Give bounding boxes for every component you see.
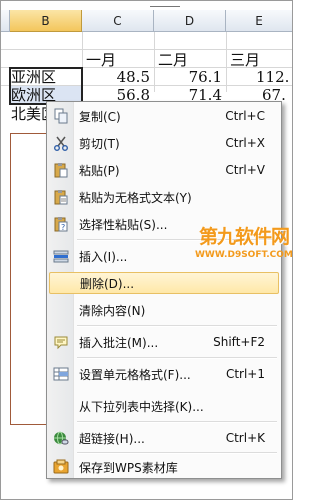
- paste-text-icon: [49, 186, 73, 208]
- menu-item-icon-placeholder: [50, 272, 74, 294]
- menu-item-label: 从下拉列表中选择(K)...: [79, 399, 204, 414]
- watermark-logo: 第九软件网 WWW.D9SOFT.COM: [195, 222, 293, 260]
- column-header-d[interactable]: D: [154, 10, 226, 32]
- column-header-e[interactable]: E: [226, 10, 293, 32]
- cell-region-asia[interactable]: 亚洲区: [11, 68, 56, 86]
- menu-item-label: 剪切(T): [79, 136, 120, 151]
- scissors-icon: [49, 132, 73, 154]
- column-header-c[interactable]: C: [82, 10, 154, 32]
- menu-separator: [77, 325, 277, 327]
- menu-item-save-to-library[interactable]: 保存到WPS素材库: [49, 456, 279, 478]
- menu-item-shortcut: Ctrl+K: [225, 431, 265, 445]
- menu-item-pick-from-list[interactable]: 从下拉列表中选择(K)...: [49, 395, 279, 417]
- watermark-title: 第九软件网: [198, 226, 290, 248]
- menu-item-clear-contents[interactable]: 清除内容(N): [49, 299, 279, 321]
- month-header-mar: 三月: [230, 51, 261, 69]
- hyperlink-icon: [49, 427, 73, 449]
- copy-icon: [49, 105, 73, 127]
- menu-item-icon-placeholder: [49, 299, 73, 321]
- save-library-icon: [49, 456, 73, 478]
- cell-asia-mar[interactable]: 112.: [256, 68, 289, 86]
- menu-item-shortcut: Shift+F2: [213, 335, 265, 349]
- comment-icon: [49, 331, 73, 353]
- menu-item-shortcut: Ctrl+1: [225, 367, 265, 381]
- menu-item-copy[interactable]: 复制(C) Ctrl+C: [49, 105, 279, 127]
- column-header-b[interactable]: B: [10, 10, 82, 32]
- menu-item-label: 设置单元格格式(F)...: [79, 367, 191, 382]
- menu-item-label: 超链接(H)...: [79, 431, 145, 446]
- menu-item-label: 保存到WPS素材库: [79, 460, 178, 475]
- menu-separator: [77, 421, 277, 423]
- formula-strip: [0, 0, 293, 10]
- paste-icon: [49, 159, 73, 181]
- menu-item-shortcut: Ctrl+C: [225, 109, 265, 123]
- menu-item-label: 粘贴为无格式文本(Y): [79, 190, 192, 205]
- menu-item-shortcut: Ctrl+V: [225, 163, 265, 177]
- cell-asia-jan[interactable]: 48.5: [86, 68, 150, 86]
- format-cells-icon: [49, 363, 73, 385]
- menu-item-label: 删除(D)...: [80, 276, 135, 291]
- menu-item-label: 插入批注(M)...: [79, 335, 159, 350]
- menu-item-format-cells[interactable]: 设置单元格格式(F)... Ctrl+1: [49, 363, 279, 385]
- menu-item-shortcut: Ctrl+X: [225, 136, 265, 150]
- menu-item-label: 复制(C): [79, 109, 121, 124]
- menu-separator: [77, 452, 277, 454]
- menu-item-paste[interactable]: 粘贴(P) Ctrl+V: [49, 159, 279, 181]
- insert-icon: [49, 245, 73, 267]
- row-header-corner: [0, 10, 10, 32]
- menu-item-paste-plain-text[interactable]: 粘贴为无格式文本(Y): [49, 186, 279, 208]
- menu-item-hyperlink[interactable]: 超链接(H)... Ctrl+K: [49, 427, 279, 449]
- paste-special-icon: ?: [49, 213, 73, 235]
- cell-asia-feb[interactable]: 76.1: [158, 68, 222, 86]
- menu-separator: [77, 357, 277, 359]
- context-menu: 复制(C) Ctrl+C 剪切(T) Ctrl+X 粘贴(P) Ctrl+V 粘…: [46, 101, 282, 479]
- menu-item-label: 清除内容(N): [79, 303, 146, 318]
- watermark-url: WWW.D9SOFT.COM: [195, 250, 293, 260]
- month-header-feb: 二月: [158, 51, 189, 69]
- svg-text:?: ?: [61, 223, 65, 232]
- menu-item-cut[interactable]: 剪切(T) Ctrl+X: [49, 132, 279, 154]
- menu-item-icon-placeholder: [49, 395, 73, 417]
- month-header-jan: 一月: [86, 51, 117, 69]
- menu-item-delete[interactable]: 删除(D)...: [49, 272, 279, 294]
- menu-item-label: 粘贴(P): [79, 163, 120, 178]
- menu-item-insert-comment[interactable]: 插入批注(M)... Shift+F2: [49, 331, 279, 353]
